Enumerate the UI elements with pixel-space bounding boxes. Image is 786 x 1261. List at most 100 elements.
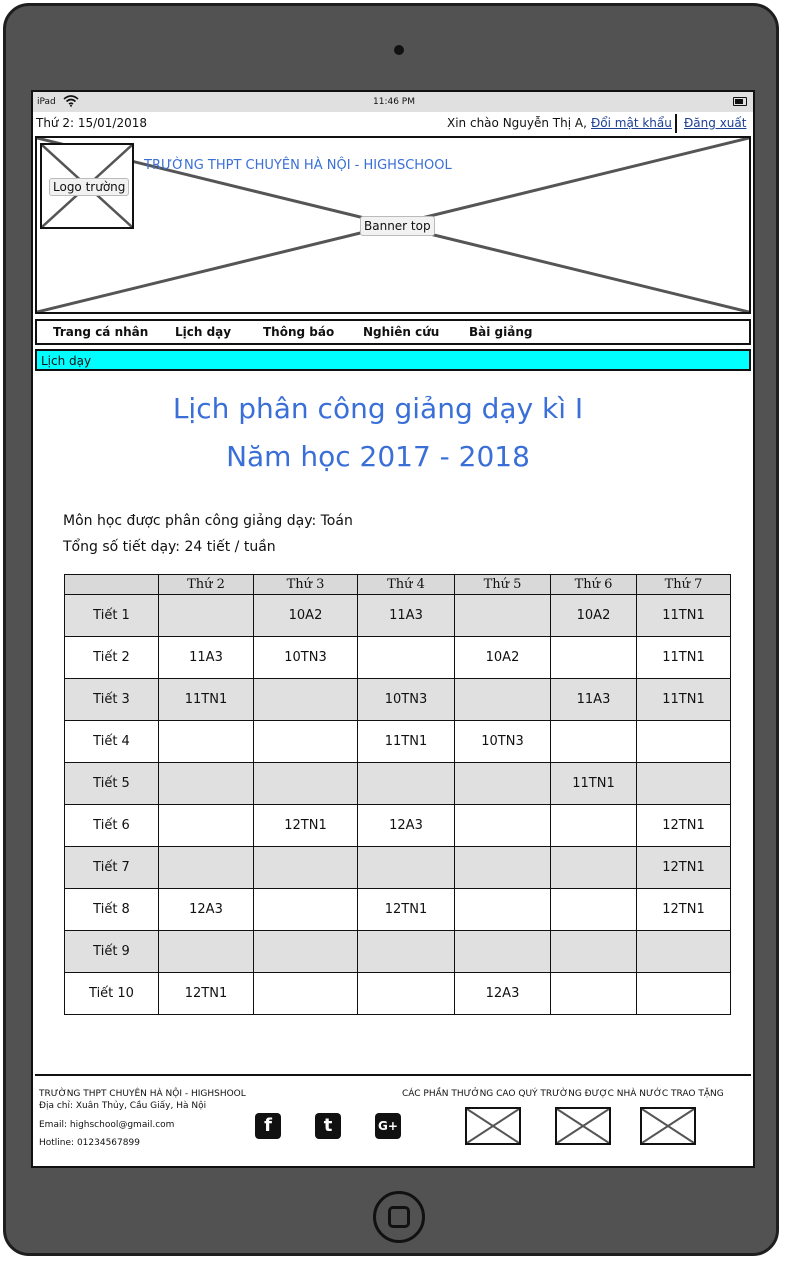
wifi-icon (63, 94, 79, 110)
schedule-cell (158, 762, 254, 805)
schedule-cell (454, 804, 551, 847)
divider (675, 114, 677, 133)
footer-school-name: TRƯỜNG THPT CHUYÊN HÀ NỘI - HIGHSHOOL (39, 1089, 246, 1099)
school-name: TRƯỜNG THPT CHUYÊN HÀ NỘI - HIGHSCHOOL (144, 158, 452, 173)
schedule-cell (253, 762, 358, 805)
schedule-cell: 12TN1 (636, 846, 731, 889)
period-label: Tiết 8 (64, 888, 159, 931)
nav-item-schedule[interactable]: Lịch dạy (175, 325, 231, 339)
schedule-cell: 10A2 (550, 594, 637, 637)
column-header: Thứ 3 (253, 574, 358, 595)
schedule-cell (454, 762, 551, 805)
column-header (64, 574, 159, 595)
period-label: Tiết 10 (64, 972, 159, 1015)
schedule-cell: 11TN1 (550, 762, 637, 805)
tumblr-icon[interactable]: t (315, 1113, 341, 1139)
google-plus-icon[interactable]: G+ (375, 1113, 401, 1139)
schedule-cell (454, 846, 551, 889)
schedule-cell: 12TN1 (158, 972, 254, 1015)
schedule-cell (253, 930, 358, 973)
breadcrumb-label: Lịch dạy (41, 354, 92, 368)
clock: 11:46 PM (373, 97, 415, 107)
schedule-cell (357, 636, 455, 679)
schedule-cell (158, 804, 254, 847)
schedule-cell: 12TN1 (357, 888, 455, 931)
page-title: Lịch phân công giảng dạy kì I (172, 392, 584, 425)
home-button[interactable] (373, 1191, 425, 1243)
schedule-cell (550, 888, 637, 931)
schedule-cell (550, 846, 637, 889)
schedule-cell (550, 804, 637, 847)
schedule-cell (550, 720, 637, 763)
footer: TRƯỜNG THPT CHUYÊN HÀ NỘI - HIGHSHOOL Đị… (35, 1074, 751, 1166)
schedule-cell: 11TN1 (636, 678, 731, 721)
schedule-cell: 12TN1 (636, 804, 731, 847)
camera-icon (394, 45, 404, 55)
current-date: Thứ 2: 15/01/2018 (36, 116, 148, 130)
period-label: Tiết 9 (64, 930, 159, 973)
schedule-cell (550, 636, 637, 679)
logout-link[interactable]: Đăng xuất (684, 116, 746, 130)
schedule-table: Thứ 2 Thứ 3 Thứ 4 Thứ 5 Thứ 6 Thứ 7 Tiết… (64, 574, 731, 1015)
schedule-cell (357, 930, 455, 973)
table-row: Tiết 10 12TN1 12A3 (64, 972, 731, 1015)
nav-item-notices[interactable]: Thông báo (263, 325, 334, 339)
schedule-cell (357, 846, 455, 889)
period-label: Tiết 4 (64, 720, 159, 763)
carrier-label: iPad (37, 97, 56, 107)
change-password-link[interactable]: Đổi mật khẩu (591, 116, 672, 130)
schedule-cell (158, 930, 254, 973)
page-subtitle: Năm học 2017 - 2018 (226, 440, 530, 473)
schedule-cell (454, 888, 551, 931)
schedule-cell: 11A3 (550, 678, 637, 721)
schedule-cell (158, 846, 254, 889)
schedule-cell: 11A3 (158, 636, 254, 679)
table-row: Tiết 1 10A2 11A3 10A2 11TN1 (64, 594, 731, 637)
nav-item-personal[interactable]: Trang cá nhân (53, 325, 148, 339)
nav-item-research[interactable]: Nghiên cứu (363, 325, 439, 339)
award-image (555, 1107, 611, 1145)
schedule-cell: 12TN1 (636, 888, 731, 931)
schedule-cell: 11TN1 (357, 720, 455, 763)
schedule-cell (454, 594, 551, 637)
schedule-cell (454, 930, 551, 973)
column-header: Thứ 5 (454, 574, 551, 595)
schedule-cell (158, 720, 254, 763)
facebook-icon[interactable]: f (255, 1113, 281, 1139)
status-bar: iPad 11:46 PM (33, 92, 753, 112)
schedule-cell (636, 972, 731, 1015)
school-logo[interactable]: Logo trường (40, 143, 134, 229)
column-header: Thứ 7 (636, 574, 731, 595)
schedule-cell (253, 720, 358, 763)
table-row: Tiết 8 12A3 12TN1 12TN1 (64, 888, 731, 931)
schedule-cell (636, 762, 731, 805)
schedule-cell (253, 846, 358, 889)
schedule-cell: 11TN1 (636, 636, 731, 679)
schedule-cell (454, 678, 551, 721)
table-header-row: Thứ 2 Thứ 3 Thứ 4 Thứ 5 Thứ 6 Thứ 7 (64, 574, 731, 595)
table-row: Tiết 2 11A3 10TN3 10A2 11TN1 (64, 636, 731, 679)
table-row: Tiết 4 11TN1 10TN3 (64, 720, 731, 763)
subject-info: Môn học được phân công giảng dạy: Toán (63, 513, 353, 529)
schedule-cell: 10A2 (253, 594, 358, 637)
table-row: Tiết 6 12TN1 12A3 12TN1 (64, 804, 731, 847)
period-label: Tiết 6 (64, 804, 159, 847)
period-label: Tiết 5 (64, 762, 159, 805)
footer-awards-title: CÁC PHẦN THƯỞNG CAO QUÝ TRƯỜNG ĐƯỢC NHÀ … (402, 1089, 724, 1099)
user-bar: Thứ 2: 15/01/2018 Xin chào Nguyễn Thị A,… (33, 112, 753, 134)
greeting: Xin chào Nguyễn Thị A, (447, 116, 587, 130)
table-row: Tiết 9 (64, 930, 731, 973)
schedule-cell (253, 888, 358, 931)
column-header: Thứ 2 (158, 574, 254, 595)
schedule-cell: 12A3 (357, 804, 455, 847)
schedule-cell: 10TN3 (253, 636, 358, 679)
schedule-cell (550, 972, 637, 1015)
period-label: Tiết 1 (64, 594, 159, 637)
nav-item-lectures[interactable]: Bài giảng (469, 325, 532, 339)
total-periods: Tổng số tiết dạy: 24 tiết / tuần (63, 539, 276, 555)
schedule-cell (357, 972, 455, 1015)
schedule-cell (636, 930, 731, 973)
period-label: Tiết 3 (64, 678, 159, 721)
schedule-cell: 10A2 (454, 636, 551, 679)
schedule-cell: 12A3 (454, 972, 551, 1015)
